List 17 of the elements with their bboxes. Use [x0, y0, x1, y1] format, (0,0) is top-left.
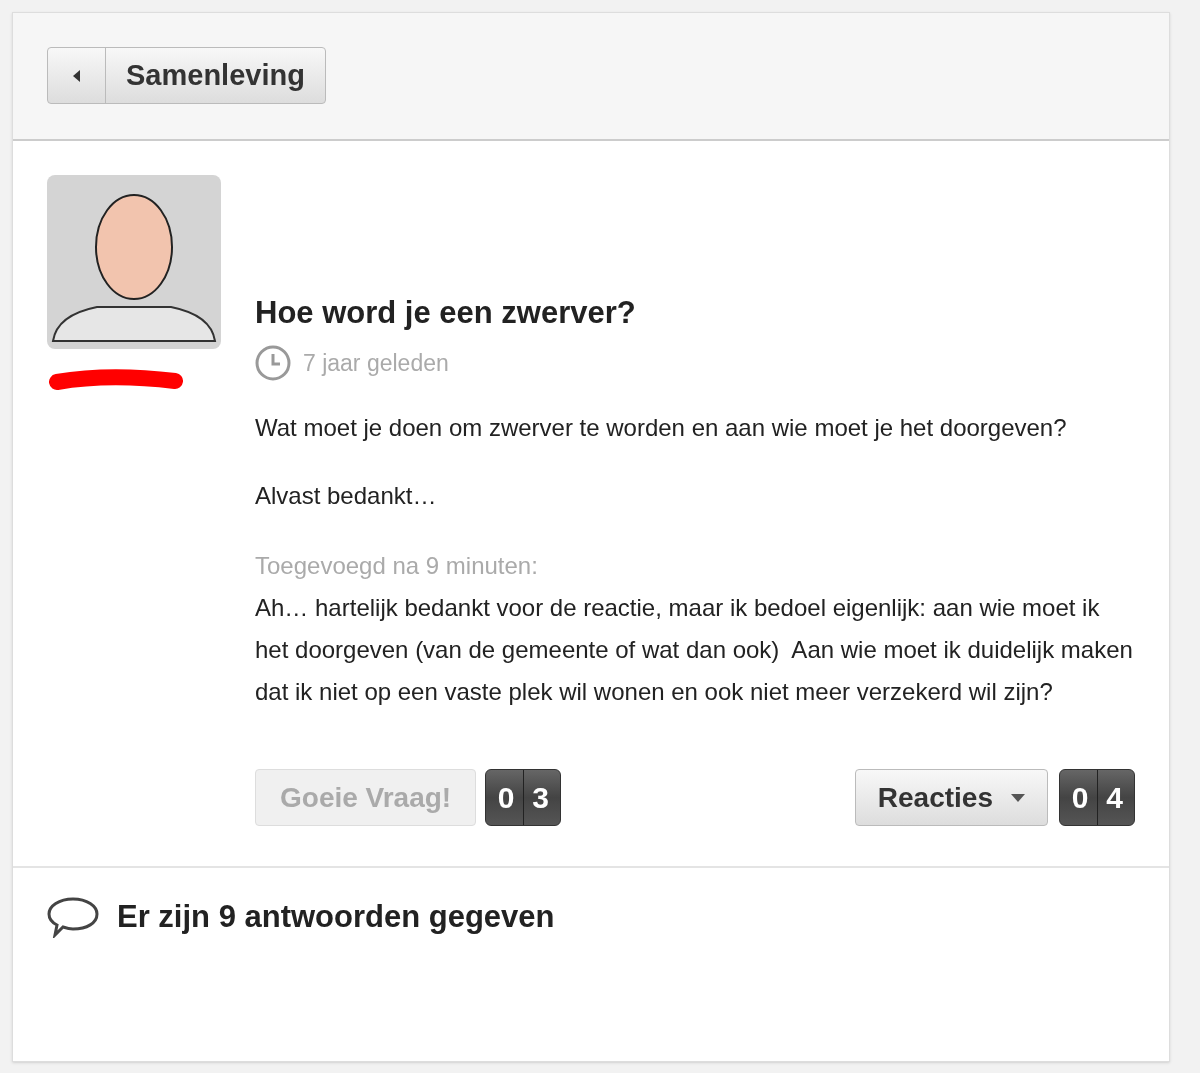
counter-digit: 0 [1070, 780, 1090, 816]
answers-count: Er zijn 9 antwoorden gegeven [117, 898, 555, 936]
back-button[interactable]: Samenleving [47, 47, 326, 104]
question-title: Hoe word je een zwerver? [255, 294, 636, 332]
counter-digit: 4 [1097, 770, 1131, 825]
addition-label: Toegevoegd na 9 minuten: [255, 551, 538, 581]
counter-digit: 0 [496, 780, 516, 816]
clock-icon [255, 345, 291, 381]
reactions-dropdown[interactable]: Reacties [854, 769, 1048, 826]
speech-bubble-icon [47, 896, 99, 939]
addition-text: Ah… hartelijk bedankt voor de reactie, maar ik bedoel eigenlijk: aan wie moet ik het doorgeven (van de gemeente of wat dan ook) Aan wie moet ik duidelijk maken dat ik niet op een vaste plek wil wonen en ook niet meer verzekerd wil zijn? [255, 593, 1134, 707]
question-text: Alvast bedankt… [255, 481, 437, 511]
timestamp: 7 jaar geleden [303, 348, 449, 378]
question-text: Wat moet je doen om zwerver te worden en aan wie moet je het doorgeven? [255, 413, 1067, 443]
caret-icon [1011, 793, 1025, 802]
back-arrow-icon [72, 69, 81, 82]
counter-digit: 3 [523, 770, 558, 825]
